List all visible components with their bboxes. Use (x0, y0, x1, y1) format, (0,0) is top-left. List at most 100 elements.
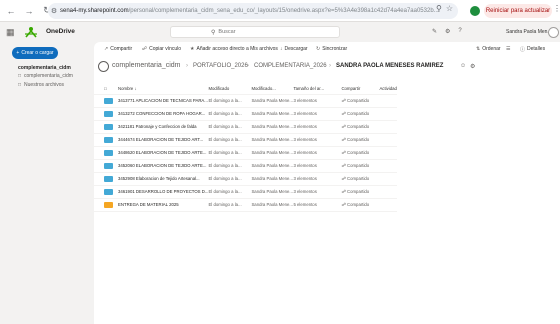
file-name[interactable]: 3421181 Patronaje y Confeccion de falda (118, 120, 208, 133)
breadcrumb-separator: › (329, 63, 331, 69)
file-modified: El domingo a la... (208, 124, 242, 129)
search-box[interactable]: ⚲ (170, 26, 340, 38)
file-name[interactable]: 3413771 APLICACION DE TECNICAS PARA... (118, 94, 208, 107)
file-name[interactable]: 3452908 Elaboracion de Tejido Artesanal.… (118, 172, 208, 185)
sena-logo-icon (25, 27, 37, 38)
url-path: /personal/complementaria_cidm_sena_edu_c… (128, 8, 439, 14)
bookmark-star-icon[interactable]: ☆ (446, 4, 453, 13)
column-header-sharing[interactable]: Compartir (341, 84, 379, 94)
details-button[interactable]: ⓘ Detalles (520, 46, 545, 53)
nav-item-library[interactable]: □ complementaria_cidm (18, 73, 73, 79)
row-select[interactable] (94, 159, 104, 172)
app-launcher-icon[interactable]: ▦ (6, 27, 16, 37)
download-icon: ↓ (280, 46, 283, 52)
row-select[interactable] (94, 107, 104, 120)
file-modified: El domingo a la... (208, 202, 242, 207)
column-header-modified-by[interactable]: Modificado... (251, 84, 293, 94)
left-navigation: + Crear o cargar complementaria_cidm □ c… (0, 42, 94, 324)
account-name[interactable]: Sandra Paola Men... (506, 29, 552, 35)
address-bar[interactable]: ⚙ sena4-my.sharepoint.com/personal/compl… (48, 3, 458, 19)
plus-icon: + (16, 50, 20, 56)
column-header-modified[interactable]: Modificado (208, 84, 251, 94)
premium-icon[interactable]: ✎ (432, 28, 437, 35)
add-shortcut-button[interactable]: ★ Añadir acceso directo a Mis archivos (190, 46, 278, 52)
file-name[interactable]: 3444674 ELABORACION DE TEJIDO ART... (118, 133, 208, 146)
file-modified: El domingo a la... (208, 176, 242, 181)
back-icon[interactable]: ← (4, 4, 18, 18)
file-modified: El domingo a la... (208, 150, 242, 155)
download-button[interactable]: ↓ Descargar (280, 46, 308, 52)
search-input[interactable] (218, 29, 319, 35)
site-info-icon[interactable]: ⚙ (48, 7, 60, 15)
people-icon[interactable]: ☺ (460, 63, 466, 69)
create-upload-label: Crear o cargar (21, 50, 54, 56)
file-activity (379, 120, 396, 133)
folder-icon (104, 162, 113, 169)
file-modified: El domingo a la... (208, 189, 242, 194)
create-upload-button[interactable]: + Crear o cargar (12, 47, 58, 59)
file-modified-by: Sandra Paola Mene... (251, 176, 294, 181)
row-select[interactable] (94, 185, 104, 198)
view-button[interactable]: ☰ (506, 46, 510, 52)
row-select[interactable] (94, 146, 104, 159)
zoom-icon[interactable]: ⚲ (436, 4, 442, 13)
file-sharing: ☍ Compartido (341, 110, 370, 116)
column-header-size[interactable]: Tamaño del ar... (293, 84, 341, 94)
row-select[interactable] (94, 172, 104, 185)
table-row[interactable]: 3452060 ELABORACION DE TEJIDO ARTE... El … (94, 159, 397, 172)
file-sharing: ☍ Compartido (341, 175, 370, 181)
row-select[interactable] (94, 120, 104, 133)
settings-icon[interactable]: ⚙ (445, 28, 450, 35)
breadcrumb-item[interactable]: COMPLEMENTARIA_2026 (254, 63, 327, 69)
sort-button[interactable]: ⇅ Ordenar (476, 46, 501, 52)
sync-icon: ↻ (316, 46, 321, 52)
file-name[interactable]: ENTREGA DE MATERIAL 2025 (118, 198, 208, 211)
file-size: 3 elementos (293, 137, 317, 142)
breadcrumb-item[interactable]: PORTAFOLIO_2026 (193, 63, 248, 69)
table-row[interactable]: 3452908 Elaboracion de Tejido Artesanal.… (94, 172, 397, 185)
breadcrumb-root[interactable]: complementaria_cidm (112, 62, 180, 69)
account-avatar[interactable] (548, 27, 559, 38)
column-header-activity[interactable]: Actividad (379, 84, 396, 94)
settings-icon[interactable]: ⚙ (470, 63, 475, 70)
file-name[interactable]: 3461901 DESARROLLO DE PROYECTOS D... (118, 185, 208, 198)
file-sharing: ☍ Compartido (341, 123, 370, 129)
sync-label: Sincronizar (322, 46, 348, 52)
link-icon: ☍ (142, 46, 148, 52)
sync-button[interactable]: ↻ Sincronizar (316, 46, 347, 52)
file-sharing: ☍ Compartido (341, 162, 370, 168)
profile-avatar[interactable] (470, 6, 480, 16)
table-row[interactable]: ENTREGA DE MATERIAL 2025 El domingo a la.… (94, 198, 397, 211)
folder-icon (104, 110, 113, 117)
search-icon: ⚲ (211, 29, 216, 36)
column-header-name[interactable]: Nombre ↓ (118, 84, 208, 94)
row-select[interactable] (94, 133, 104, 146)
help-icon[interactable]: ? (458, 28, 461, 35)
file-size: 3 elementos (293, 124, 317, 129)
nav-item-our-files[interactable]: □ Nuestros archivos (18, 82, 64, 88)
file-name[interactable]: 3448620 ELABORACION DE TEJIDO ARTE... (118, 146, 208, 159)
file-modified-by: Sandra Paola Mene... (251, 189, 294, 194)
file-name[interactable]: 3452060 ELABORACION DE TEJIDO ARTE... (118, 159, 208, 172)
file-name[interactable]: 3413272 CONFECCION DE ROPA HOGAR... (118, 107, 208, 120)
nav-item-label: Nuestros archivos (24, 82, 65, 88)
download-label: Descargar (284, 46, 308, 52)
table-row[interactable]: 3461901 DESARROLLO DE PROYECTOS D... El d… (94, 185, 397, 198)
share-icon: ↗ (104, 46, 109, 52)
file-activity (379, 107, 396, 120)
folder-icon (104, 201, 113, 208)
row-select[interactable] (94, 94, 104, 107)
file-size: 3 elementos (293, 98, 317, 103)
row-select[interactable] (94, 198, 104, 211)
copy-link-button[interactable]: ☍ Copiar vínculo (142, 46, 181, 52)
table-row[interactable]: 3413771 APLICACION DE TECNICAS PARA... El… (94, 94, 397, 107)
table-row[interactable]: 3444674 ELABORACION DE TEJIDO ART... El d… (94, 133, 397, 146)
update-browser-button[interactable]: Reiniciar para actualizar (484, 4, 552, 18)
add-shortcut-label: Añadir acceso directo a Mis archivos (196, 46, 278, 52)
table-row[interactable]: 3421181 Patronaje y Confeccion de falda E… (94, 120, 397, 133)
browser-menu-icon[interactable]: ⋮ (553, 4, 560, 13)
table-row[interactable]: 3413272 CONFECCION DE ROPA HOGAR... El do… (94, 107, 397, 120)
table-row[interactable]: 3448620 ELABORACION DE TEJIDO ARTE... El … (94, 146, 397, 159)
share-button[interactable]: ↗ Compartir (104, 46, 132, 52)
forward-icon[interactable]: → (22, 4, 36, 18)
